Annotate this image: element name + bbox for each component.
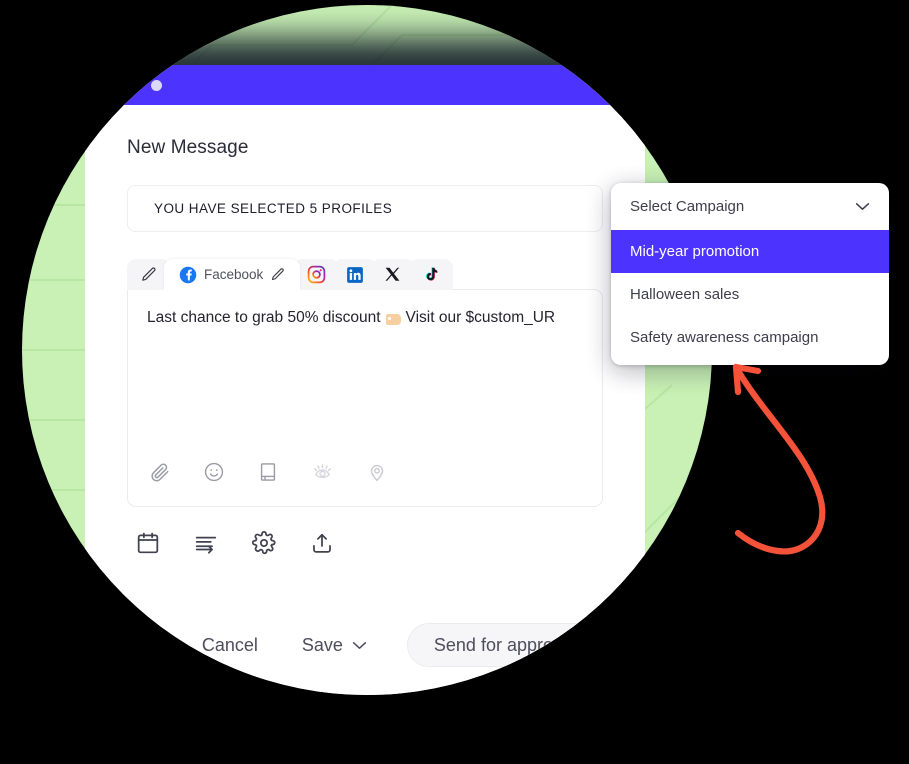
new-message-card: New Message YOU HAVE SELECTED 5 PROFILES bbox=[85, 65, 645, 695]
campaign-select-trigger-overlay[interactable]: Select Campaign bbox=[611, 183, 889, 230]
message-options-toolbar bbox=[127, 507, 603, 561]
window-dot-minimize[interactable] bbox=[128, 79, 139, 91]
campaign-option-safety-awareness-campaign[interactable]: Safety awareness campaign bbox=[611, 316, 889, 359]
cancel-button[interactable]: Cancel bbox=[186, 627, 274, 664]
x-twitter-icon bbox=[385, 267, 400, 281]
tab-tiktok[interactable] bbox=[409, 259, 454, 290]
window-dot-maximize[interactable] bbox=[151, 79, 162, 91]
selected-profiles-field[interactable]: YOU HAVE SELECTED 5 PROFILES bbox=[127, 185, 603, 232]
pencil-icon[interactable] bbox=[270, 267, 285, 282]
facebook-icon bbox=[179, 266, 197, 283]
attachment-icon[interactable] bbox=[149, 461, 171, 488]
selected-profiles-label: YOU HAVE SELECTED 5 PROFILES bbox=[154, 201, 393, 216]
share-upload-icon[interactable] bbox=[309, 530, 335, 561]
queue-icon[interactable] bbox=[193, 530, 219, 561]
preview-icon[interactable] bbox=[311, 460, 334, 488]
screenshot-stage: New Message YOU HAVE SELECTED 5 PROFILES bbox=[0, 0, 909, 764]
window-titlebar bbox=[85, 65, 645, 105]
circle-clip-region: New Message YOU HAVE SELECTED 5 PROFILES bbox=[22, 5, 712, 695]
recipients-row: YOU HAVE SELECTED 5 PROFILES bbox=[127, 185, 603, 232]
campaign-option-mid-year-promotion[interactable]: Mid-year promotion bbox=[611, 230, 889, 273]
emoji-icon[interactable] bbox=[203, 461, 225, 488]
send-for-approval-button[interactable]: Send for approval bbox=[406, 623, 603, 667]
window-dot-close[interactable] bbox=[105, 79, 116, 91]
message-text-after: Visit our $custom_UR bbox=[405, 309, 556, 326]
card-footer: Cancel Save Send for approval bbox=[127, 561, 603, 667]
label-tag-emoji bbox=[385, 313, 401, 325]
save-button[interactable]: Save bbox=[288, 627, 381, 664]
saved-replies-icon[interactable] bbox=[257, 461, 279, 488]
compose-toolbar bbox=[128, 460, 602, 506]
campaign-option-halloween-sales[interactable]: Halloween sales bbox=[611, 273, 889, 316]
chevron-down-icon[interactable] bbox=[855, 202, 870, 211]
save-button-label: Save bbox=[301, 634, 343, 655]
instagram-icon bbox=[308, 265, 326, 284]
tiktok-icon bbox=[426, 266, 438, 281]
tab-facebook-label: Facebook bbox=[204, 267, 264, 282]
location-icon[interactable] bbox=[366, 461, 388, 488]
campaign-select-dropdown-overlay[interactable]: Select Campaign Mid-year promotion Hallo… bbox=[611, 183, 889, 365]
campaign-select-placeholder: Select Campaign bbox=[630, 198, 745, 215]
tab-facebook[interactable]: Facebook bbox=[164, 259, 301, 290]
page-title: New Message bbox=[127, 137, 249, 158]
send-for-approval-label: Send for approval bbox=[433, 634, 576, 655]
message-compose-box[interactable]: Last chance to grab 50% discount Visit o… bbox=[127, 289, 603, 507]
calendar-icon[interactable] bbox=[135, 530, 161, 561]
message-editor: Facebook Last chance to grab 50% discoun… bbox=[127, 259, 603, 507]
linkedin-icon bbox=[347, 266, 364, 283]
red-curved-arrow bbox=[732, 363, 826, 555]
chevron-down-icon bbox=[352, 641, 367, 649]
message-text-before: Last chance to grab 50% discount bbox=[147, 309, 381, 326]
card-body: New Message YOU HAVE SELECTED 5 PROFILES bbox=[85, 105, 645, 667]
channel-tabs: Facebook bbox=[127, 259, 603, 290]
settings-gear-icon[interactable] bbox=[251, 530, 277, 561]
pencil-icon bbox=[142, 267, 156, 281]
campaign-options-list-overlay: Mid-year promotion Halloween sales Safet… bbox=[611, 230, 889, 365]
message-text: Last chance to grab 50% discount Visit o… bbox=[128, 290, 602, 329]
